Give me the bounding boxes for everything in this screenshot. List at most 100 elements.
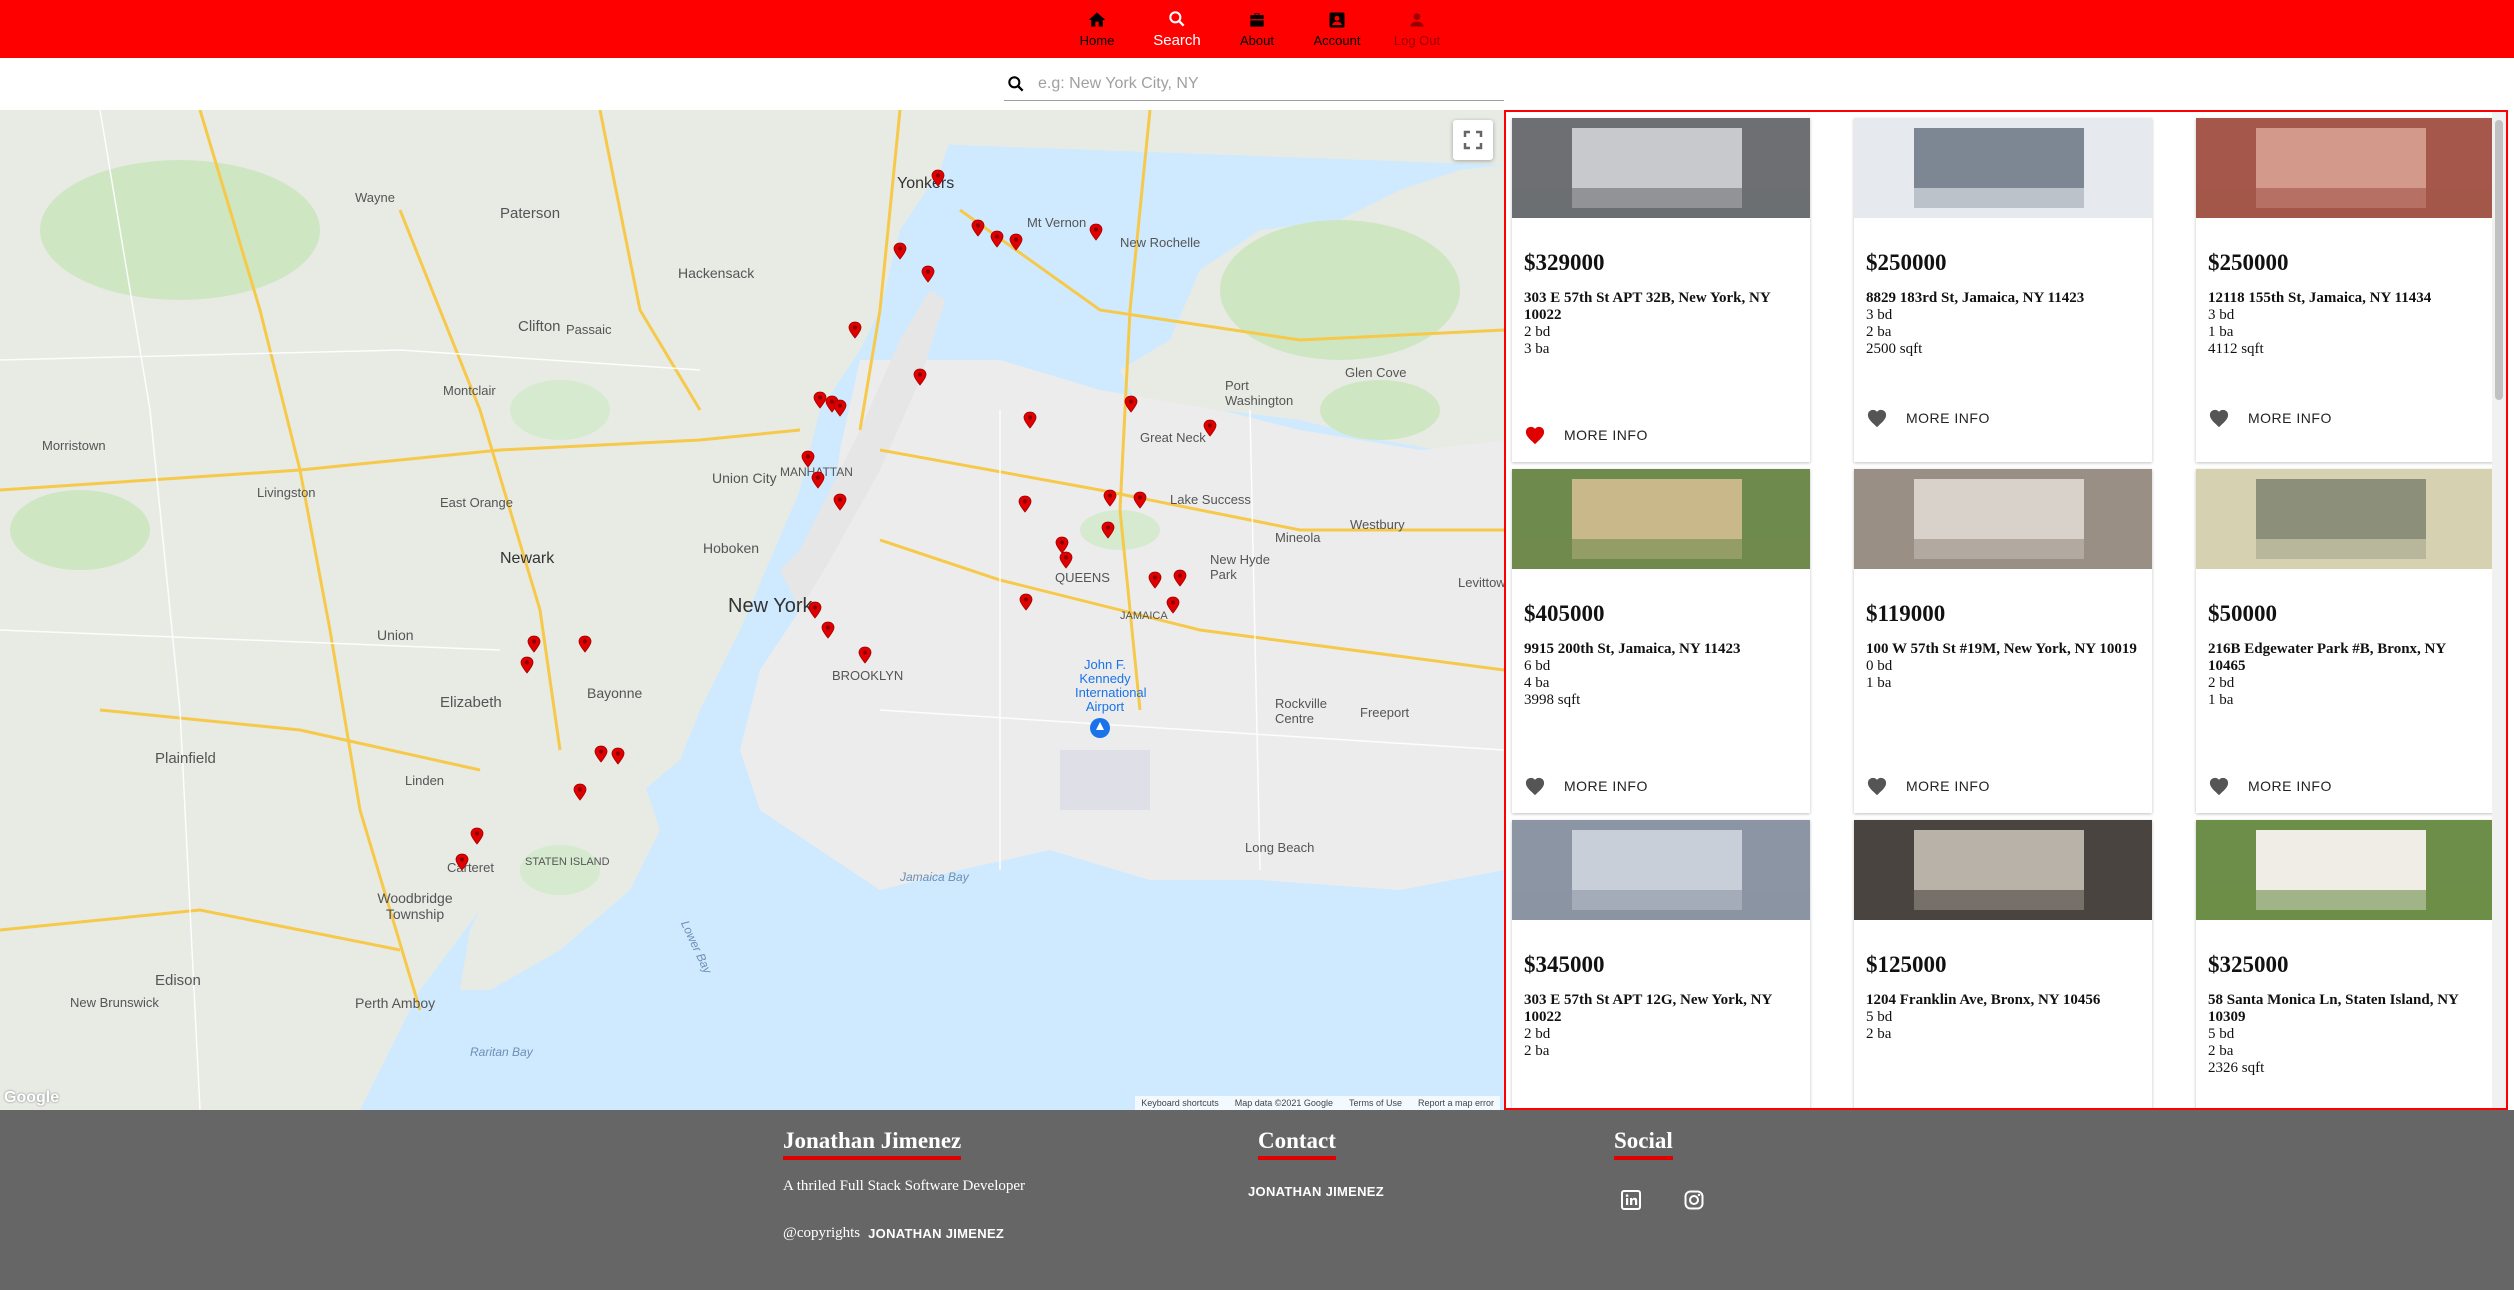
nav-logout-label: Log Out	[1393, 33, 1441, 48]
nav-search[interactable]: Search	[1137, 0, 1217, 58]
location-search	[1004, 68, 1504, 101]
map-label-raritan-bay: Raritan Bay	[470, 1045, 533, 1059]
scrollbar-thumb[interactable]	[2495, 120, 2503, 400]
map-label-edison: Edison	[155, 972, 201, 989]
map-pin-icon[interactable]	[913, 368, 927, 386]
more-info-button[interactable]: MORE INFO	[2248, 410, 2332, 426]
listing-photo[interactable]	[1512, 469, 1810, 569]
map-pin-icon[interactable]	[893, 242, 907, 260]
listing-photo[interactable]	[1512, 118, 1810, 218]
map-pin-icon[interactable]	[1124, 395, 1138, 413]
map-label-linden: Linden	[405, 773, 445, 788]
map-pin-icon[interactable]	[455, 853, 469, 871]
listing-photo[interactable]	[1854, 469, 2152, 569]
map-pin-icon[interactable]	[833, 493, 847, 511]
instagram-icon[interactable]	[1684, 1190, 1704, 1210]
listings-panel[interactable]: $329000 303 E 57th St APT 32B, New York, …	[1504, 110, 2508, 1110]
more-info-button[interactable]: MORE INFO	[1564, 778, 1648, 794]
map-pin-icon[interactable]	[808, 601, 822, 619]
listing-card[interactable]: $125000 1204 Franklin Ave, Bronx, NY 1045…	[1854, 820, 2152, 1108]
map-pin-icon[interactable]	[594, 745, 608, 763]
map-pin-icon[interactable]	[833, 399, 847, 417]
report-error-link[interactable]: Report a map error	[1418, 1098, 1494, 1108]
listing-card[interactable]: $250000 8829 183rd St, Jamaica, NY 11423 3…	[1854, 118, 2152, 462]
map-pin-icon[interactable]	[990, 230, 1004, 248]
nav-home[interactable]: Home	[1057, 0, 1137, 58]
contact-name[interactable]: JONATHAN JIMENEZ	[1248, 1184, 1384, 1199]
map-pin-icon[interactable]	[1009, 233, 1023, 251]
listing-spec: 2 ba	[1866, 1026, 1892, 1042]
map-pin-icon[interactable]	[1148, 571, 1162, 589]
terms-link[interactable]: Terms of Use	[1349, 1098, 1402, 1108]
favorite-heart-icon[interactable]	[1524, 776, 1546, 796]
listing-photo[interactable]	[1512, 820, 1810, 920]
listing-actions: MORE INFO	[2208, 408, 2332, 428]
listing-spec: 1 ba	[1866, 675, 1892, 691]
map-pin-icon[interactable]	[971, 219, 985, 237]
map-pin-icon[interactable]	[858, 646, 872, 664]
map-pin-icon[interactable]	[811, 471, 825, 489]
map-pin-icon[interactable]	[1166, 596, 1180, 614]
map-pin-icon[interactable]	[527, 635, 541, 653]
favorite-heart-icon[interactable]	[2208, 408, 2230, 428]
map-pin-icon[interactable]	[1101, 521, 1115, 539]
listing-card[interactable]: $119000 100 W 57th St #19M, New York, NY …	[1854, 469, 2152, 813]
linkedin-icon[interactable]	[1621, 1190, 1641, 1210]
map-pin-icon[interactable]	[931, 169, 945, 187]
search-input[interactable]	[1036, 74, 1480, 94]
map-pin-icon[interactable]	[1173, 569, 1187, 587]
map[interactable]: New York Newark Yonkers Paterson Clifton…	[0, 110, 1504, 1110]
map-pin-icon[interactable]	[1103, 489, 1117, 507]
favorite-heart-icon[interactable]	[2208, 776, 2230, 796]
listing-card[interactable]: $50000 216B Edgewater Park #B, Bronx, NY …	[2196, 469, 2494, 813]
listings-scrollbar[interactable]	[2492, 112, 2506, 1108]
google-logo: Google	[4, 1089, 60, 1106]
map-pin-icon[interactable]	[921, 265, 935, 283]
listing-card[interactable]: $345000 303 E 57th St APT 12G, New York, …	[1512, 820, 1810, 1108]
map-pin-icon[interactable]	[520, 656, 534, 674]
nav-about[interactable]: About	[1217, 0, 1297, 58]
map-pin-icon[interactable]	[573, 783, 587, 801]
map-label-woodbridge: Woodbridge Township	[377, 890, 453, 922]
listing-address: 58 Santa Monica Ln, Staten Island, NY 10…	[2208, 992, 2459, 1025]
nav-account[interactable]: Account	[1297, 0, 1377, 58]
listing-card[interactable]: $325000 58 Santa Monica Ln, Staten Island…	[2196, 820, 2494, 1108]
map-pin-icon[interactable]	[611, 747, 625, 765]
map-pin-icon[interactable]	[1203, 419, 1217, 437]
keyboard-shortcuts-link[interactable]: Keyboard shortcuts	[1141, 1098, 1219, 1108]
map-pin-icon[interactable]	[1023, 411, 1037, 429]
copyright-name[interactable]: JONATHAN JIMENEZ	[868, 1226, 1004, 1241]
listing-card[interactable]: $405000 9915 200th St, Jamaica, NY 11423 6…	[1512, 469, 1810, 813]
listing-spec: 1 ba	[2208, 692, 2234, 708]
map-pin-icon[interactable]	[578, 635, 592, 653]
more-info-button[interactable]: MORE INFO	[1564, 427, 1648, 443]
listing-photo[interactable]	[2196, 118, 2494, 218]
map-pin-icon[interactable]	[821, 621, 835, 639]
favorite-heart-icon[interactable]	[1866, 776, 1888, 796]
map-pin-icon[interactable]	[801, 450, 815, 468]
map-pin-icon[interactable]	[470, 827, 484, 845]
listing-photo[interactable]	[1854, 820, 2152, 920]
more-info-button[interactable]: MORE INFO	[1906, 410, 1990, 426]
fullscreen-button[interactable]	[1453, 120, 1493, 160]
listing-photo[interactable]	[1854, 118, 2152, 218]
listing-photo[interactable]	[2196, 469, 2494, 569]
map-pin-icon[interactable]	[1018, 495, 1032, 513]
listing-photo[interactable]	[2196, 820, 2494, 920]
nav-logout[interactable]: Log Out	[1377, 0, 1457, 58]
map-pin-icon[interactable]	[1089, 223, 1103, 241]
map-pin-icon[interactable]	[1019, 593, 1033, 611]
map-pin-icon[interactable]	[1059, 551, 1073, 569]
more-info-button[interactable]: MORE INFO	[1906, 778, 1990, 794]
favorite-heart-icon[interactable]	[1866, 408, 1888, 428]
more-info-button[interactable]: MORE INFO	[2248, 778, 2332, 794]
map-label-elizabeth: Elizabeth	[440, 694, 502, 711]
map-label-paterson: Paterson	[500, 205, 561, 222]
listing-card[interactable]: $250000 12118 155th St, Jamaica, NY 11434…	[2196, 118, 2494, 462]
map-pin-icon[interactable]	[1133, 491, 1147, 509]
favorite-heart-icon[interactable]	[1524, 425, 1546, 445]
map-pin-icon[interactable]	[848, 321, 862, 339]
listing-address: 12118 155th St, Jamaica, NY 11434	[2208, 290, 2432, 306]
listing-card[interactable]: $329000 303 E 57th St APT 32B, New York, …	[1512, 118, 1810, 462]
search-icon	[1169, 11, 1185, 27]
